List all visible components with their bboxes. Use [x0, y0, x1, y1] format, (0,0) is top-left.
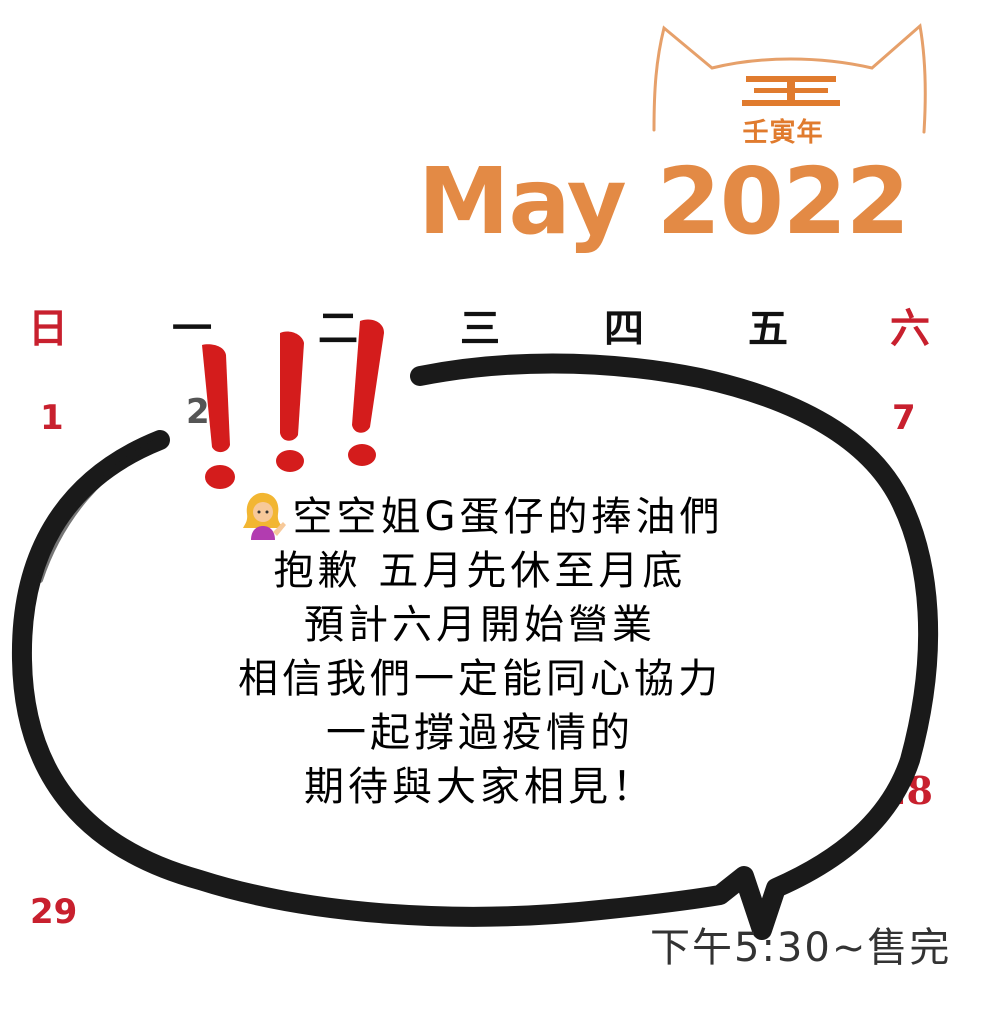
message-line-5: 一起撐過疫情的: [326, 710, 634, 756]
calendar-poster: 壬寅年 May 2022 日 一 二 三 四 五 六 1 2 7 28 29: [0, 0, 988, 1024]
message-line-4: 相信我們一定能同心協力: [238, 656, 722, 702]
message-line-1: 空空姐G蛋仔的捧油們: [150, 488, 810, 544]
exclamation-marks-icon: [202, 319, 384, 489]
business-hours: 下午5:30~售完: [650, 925, 952, 971]
person-tipping-hand-icon: [242, 492, 286, 540]
message-line-2: 抱歉 五月先休至月底: [273, 548, 687, 594]
message-line-3: 預計六月開始營業: [304, 602, 656, 648]
message-block: 空空姐G蛋仔的捧油們 抱歉 五月先休至月底 預計六月開始營業 相信我們一定能同心…: [150, 488, 810, 814]
message-text-1: 空空姐G蛋仔的捧油們: [292, 494, 724, 540]
message-line-6: 期待與大家相見！: [304, 764, 656, 810]
